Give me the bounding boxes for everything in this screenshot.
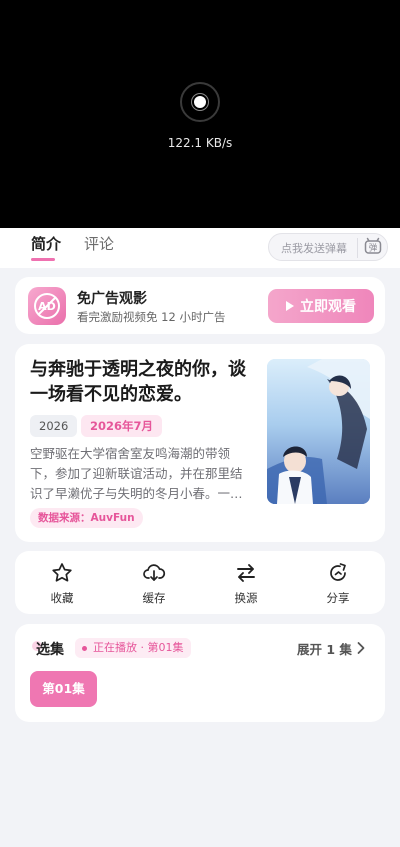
watch-now-label: 立即观看 <box>300 299 356 315</box>
favorite-button[interactable]: 收藏 <box>32 561 92 606</box>
tab-comments[interactable]: 评论 <box>84 233 114 254</box>
favorite-label: 收藏 <box>50 591 74 605</box>
danmaku-placeholder: 点我发送弹幕 <box>281 242 347 255</box>
danmaku-divider <box>357 238 358 258</box>
share-icon <box>330 563 346 581</box>
ad-logo-text: AD <box>38 300 56 313</box>
now-playing-badge: 正在播放 · 第01集 <box>75 638 191 658</box>
watch-now-button[interactable]: 立即观看 <box>268 289 374 323</box>
share-label: 分享 <box>326 591 350 605</box>
danmaku-input[interactable]: 点我发送弹幕 弹 <box>268 233 388 261</box>
ad-free-title: 免广告观影 <box>77 291 147 307</box>
download-icon <box>143 564 166 581</box>
anime-poster[interactable] <box>267 359 370 504</box>
date-tag: 2026年7月 <box>81 415 163 437</box>
cache-button[interactable]: 缓存 <box>124 561 184 606</box>
data-source-badge: 数据来源：AuvFun <box>30 508 143 528</box>
ad-logo-icon: AD <box>28 287 66 325</box>
active-tab-indicator <box>31 258 55 261</box>
ad-free-card: AD 免广告观影 看完激励视频免 12 小时广告 立即观看 <box>15 277 385 334</box>
playing-dot-icon <box>82 646 87 651</box>
video-player[interactable]: 122.1 KB/s <box>0 0 400 228</box>
chevron-right-icon[interactable] <box>355 641 367 655</box>
tab-bar: 简介 评论 点我发送弹幕 弹 <box>0 228 400 268</box>
switch-source-label: 换源 <box>234 591 258 605</box>
anime-description[interactable]: 空野驱在大学宿舍室友鸣海潮的带领下，参加了迎新联谊活动，并在那里结识了早濑优子与… <box>30 444 252 504</box>
switch-source-button[interactable]: 换源 <box>216 561 276 606</box>
anime-info-card: 与奔驰于透明之夜的你，谈一场看不见的恋爱。 2026 2026年7月 空野驱在大… <box>15 344 385 542</box>
danmaku-icon[interactable]: 弹 <box>363 237 383 257</box>
share-button[interactable]: 分享 <box>308 561 368 606</box>
tab-intro[interactable]: 简介 <box>31 233 61 254</box>
episode-button[interactable]: 第01集 <box>30 671 97 707</box>
cache-label: 缓存 <box>142 591 166 605</box>
switch-icon <box>237 564 255 582</box>
episode-section-title: 选集 <box>36 642 64 658</box>
year-tag: 2026 <box>30 415 78 437</box>
loading-spinner-icon <box>180 82 220 122</box>
action-bar: 收藏 缓存 换源 分享 <box>15 551 385 614</box>
anime-title: 与奔驰于透明之夜的你，谈一场看不见的恋爱。 <box>30 359 246 405</box>
now-playing-label: 正在播放 · 第01集 <box>93 641 184 654</box>
star-icon <box>52 563 72 582</box>
danmaku-badge: 弹 <box>369 243 378 254</box>
ad-free-subtitle: 看完激励视频免 12 小时广告 <box>77 310 226 324</box>
play-icon <box>286 301 294 311</box>
expand-episodes-button[interactable]: 展开 1 集 <box>297 639 352 658</box>
download-speed: 122.1 KB/s <box>167 136 233 150</box>
episode-section: 选集 正在播放 · 第01集 展开 1 集 第01集 <box>15 624 385 722</box>
